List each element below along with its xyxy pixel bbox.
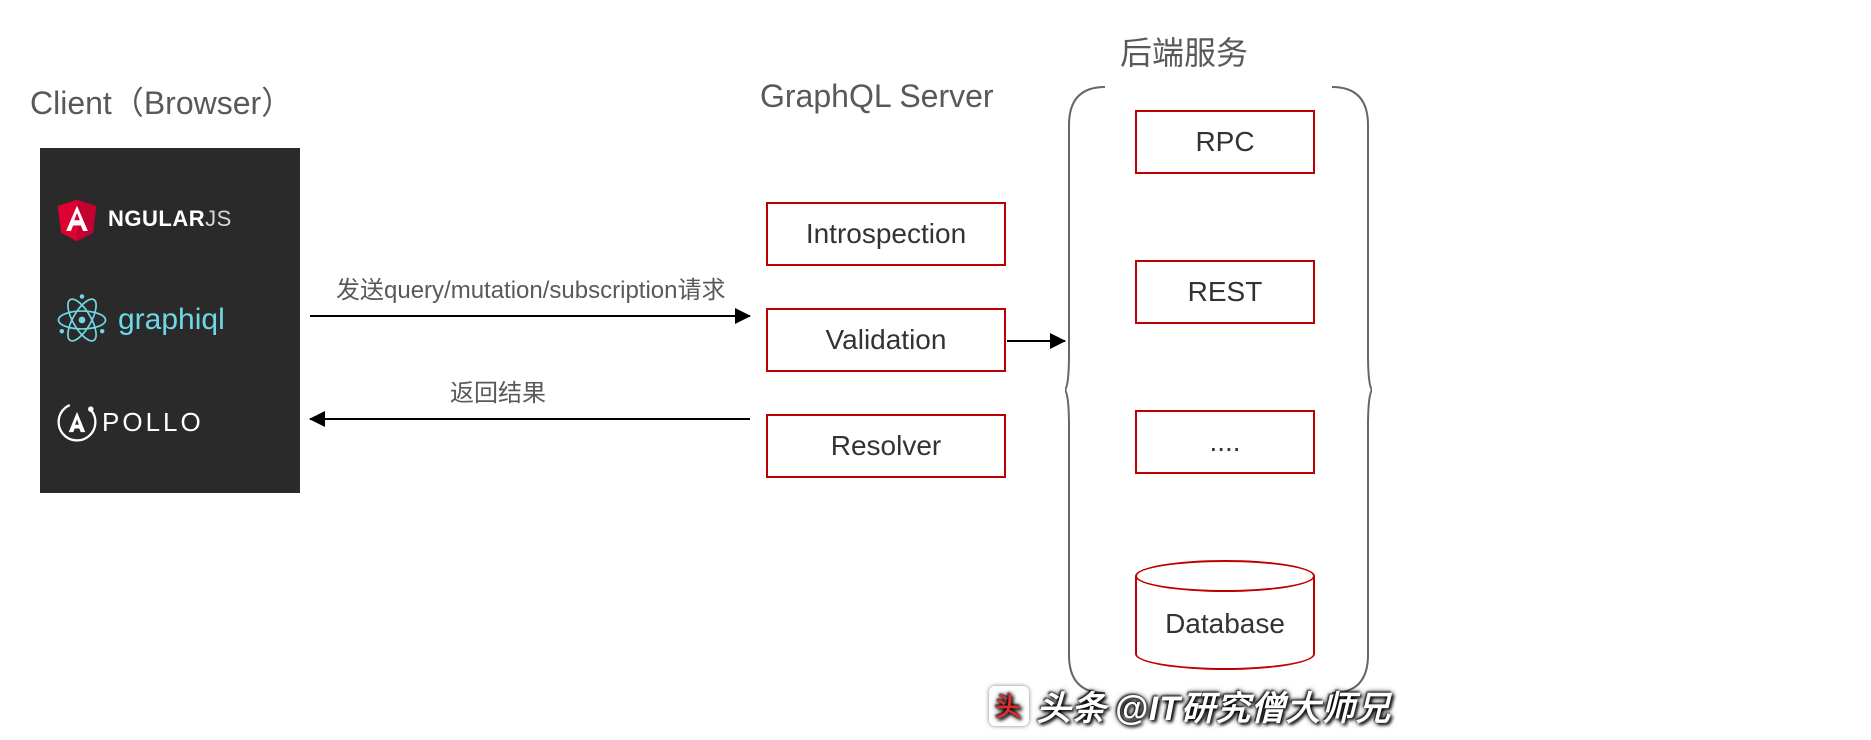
- backend-bracket-icon: [1065, 85, 1107, 695]
- angular-shield-icon: [54, 194, 100, 244]
- response-label: 返回结果: [450, 373, 546, 408]
- database-label: Database: [1135, 608, 1315, 640]
- angular-text-light: JS: [205, 206, 232, 231]
- toutiao-icon: 头: [989, 686, 1029, 726]
- request-label: 发送query/mutation/subscription请求: [336, 270, 725, 305]
- watermark: 头 头条 @IT研究僧大师兄: [989, 681, 1391, 730]
- server-title: GraphQL Server: [760, 78, 994, 115]
- request-arrow-icon: [310, 315, 750, 317]
- angularjs-text: NGULARJS: [108, 206, 232, 232]
- server-box-resolver: Resolver: [766, 414, 1006, 478]
- backend-box-etc: ....: [1135, 410, 1315, 474]
- response-arrow-icon: [310, 418, 750, 420]
- electron-atom-icon: [54, 292, 110, 348]
- backend-title: 后端服务: [1120, 28, 1248, 74]
- graphiql-logo: graphiql: [54, 280, 286, 360]
- angularjs-logo: NGULARJS: [54, 179, 286, 259]
- graphiql-text: graphiql: [118, 303, 225, 337]
- backend-bracket-right-icon: [1330, 85, 1372, 695]
- angular-text-bold: NGULAR: [108, 206, 205, 231]
- backend-services-panel: RPC REST .... Database: [1120, 110, 1330, 670]
- watermark-handle: @IT研究僧大师兄: [1115, 681, 1391, 730]
- server-box-introspection: Introspection: [766, 202, 1006, 266]
- server-to-backend-arrow-icon: [1007, 340, 1065, 342]
- apollo-logo: POLLO: [54, 382, 286, 462]
- backend-box-rest: REST: [1135, 260, 1315, 324]
- apollo-orbit-icon: [54, 399, 100, 445]
- apollo-text: POLLO: [102, 407, 204, 438]
- server-box-validation: Validation: [766, 308, 1006, 372]
- client-title: Client（Browser）: [30, 78, 293, 124]
- backend-box-rpc: RPC: [1135, 110, 1315, 174]
- database-cylinder-icon: Database: [1135, 560, 1315, 670]
- watermark-prefix: 头条: [1037, 681, 1107, 730]
- client-stack-panel: NGULARJS graphiql: [40, 148, 300, 493]
